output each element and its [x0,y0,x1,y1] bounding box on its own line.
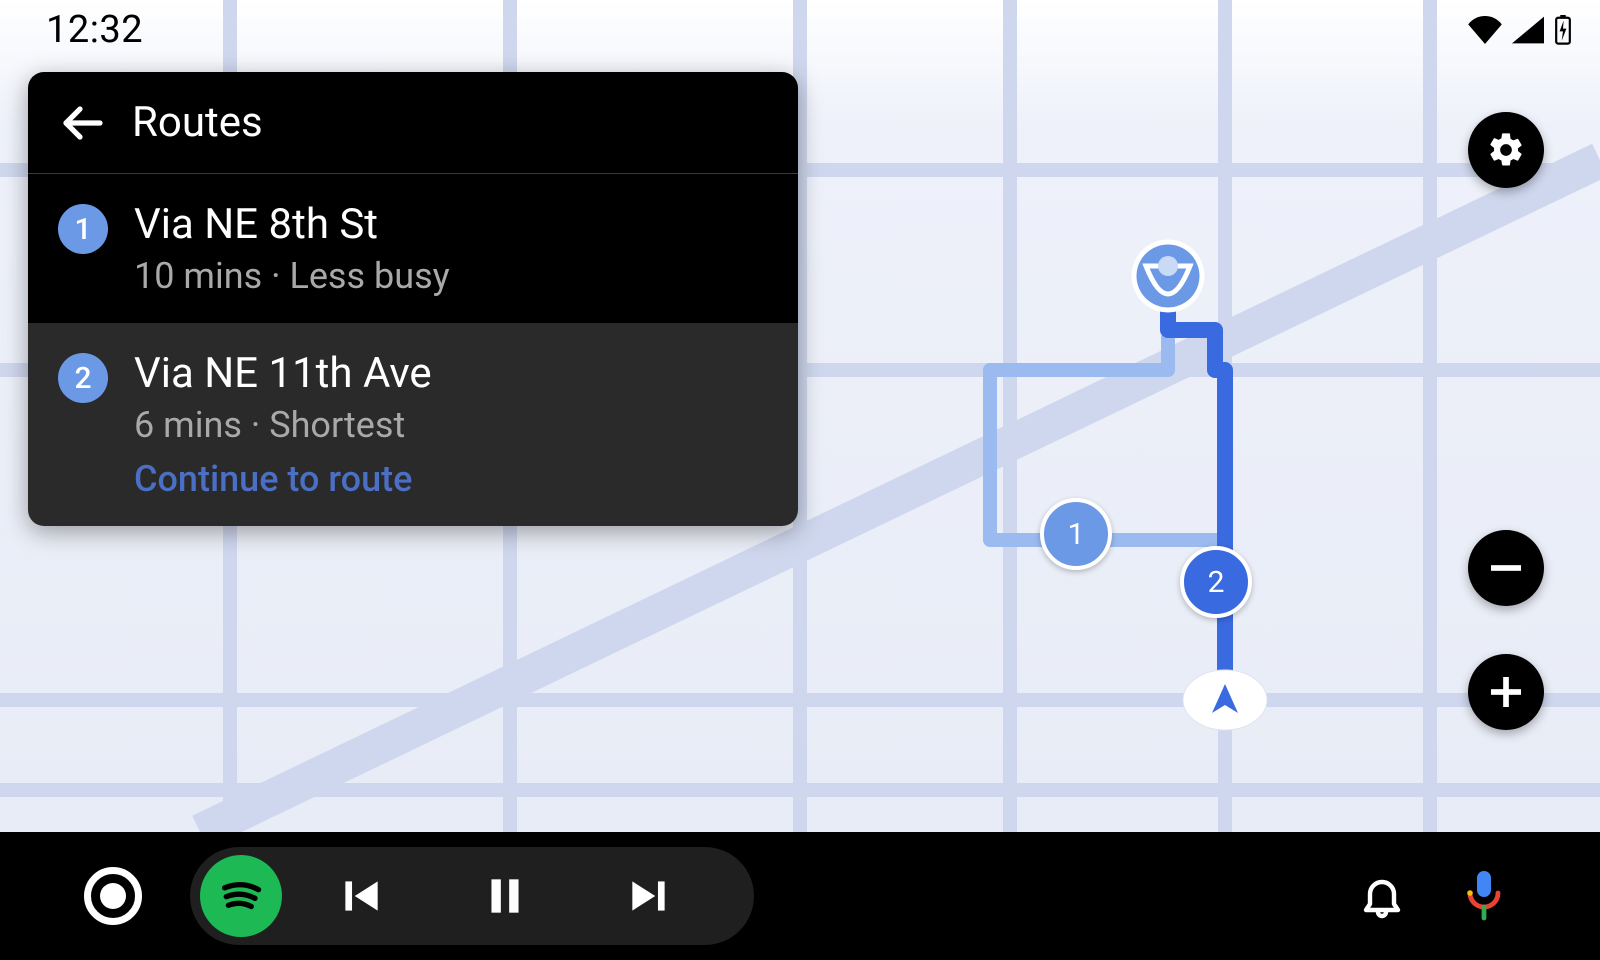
status-bar: 12:32 [0,0,1600,60]
system-dock [0,832,1600,960]
map-route-marker-1[interactable]: 1 [1040,498,1112,570]
route-2-subtitle: 6 mins · Shortest [134,404,432,446]
status-time: 12:32 [46,8,143,52]
next-track-button[interactable] [584,856,714,936]
route-1-subtitle: 10 mins · Less busy [134,255,450,297]
plus-icon [1486,672,1526,712]
spotify-icon [213,868,269,924]
routes-card: Routes 1 Via NE 8th St 10 mins · Less bu… [28,72,798,526]
route-badge-2: 2 [58,353,108,403]
route-option-1[interactable]: 1 Via NE 8th St 10 mins · Less busy [28,174,798,323]
route-1-title: Via NE 8th St [134,200,450,249]
media-controls [190,847,754,945]
zoom-in-button[interactable] [1468,654,1544,730]
arrow-left-icon [58,99,106,147]
minus-icon [1486,548,1526,588]
continue-to-route-link[interactable]: Continue to route [134,458,432,500]
route-badge-1-label: 1 [74,212,91,247]
route-2-title: Via NE 11th Ave [134,349,432,398]
route-option-2[interactable]: 2 Via NE 11th Ave 6 mins · Shortest Cont… [28,323,798,526]
map-route-marker-1-label: 1 [1068,517,1085,552]
launcher-button[interactable] [84,867,142,925]
settings-button[interactable] [1468,112,1544,188]
zoom-out-button[interactable] [1468,530,1544,606]
route-badge-1: 1 [58,204,108,254]
pause-button[interactable] [440,856,570,936]
routes-card-title: Routes [132,98,263,147]
launcher-icon [100,883,126,909]
route-badge-2-label: 2 [74,361,91,396]
bell-icon [1358,872,1406,920]
previous-track-button[interactable] [296,856,426,936]
pause-icon [480,871,530,921]
battery-charging-icon [1554,15,1572,45]
map-route-marker-2[interactable]: 2 [1180,546,1252,618]
back-button[interactable] [58,99,106,147]
microphone-icon [1460,869,1508,923]
skip-next-icon [624,871,674,921]
routes-card-header: Routes [28,72,798,174]
gear-icon [1486,130,1526,170]
spotify-button[interactable] [200,855,282,937]
map-route-marker-2-label: 2 [1208,565,1225,600]
skip-previous-icon [336,871,386,921]
voice-assistant-button[interactable] [1458,870,1510,922]
wifi-icon [1468,16,1502,44]
cellular-icon [1512,16,1544,44]
notifications-button[interactable] [1356,870,1408,922]
